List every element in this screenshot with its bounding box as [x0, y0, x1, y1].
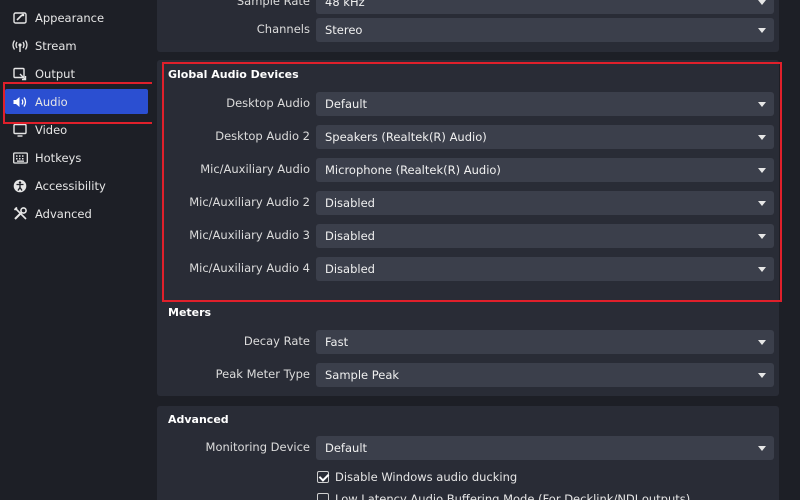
chevron-down-icon — [758, 234, 766, 239]
global-audio-title: Global Audio Devices — [168, 68, 299, 81]
peak-meter-type-label: Peak Meter Type — [215, 367, 310, 381]
chevron-down-icon — [758, 267, 766, 272]
chevron-down-icon — [758, 28, 766, 33]
monitoring-device-label: Monitoring Device — [205, 440, 310, 454]
settings-main: Sample Rate 48 kHz Channels Stereo Globa… — [152, 0, 800, 500]
chevron-down-icon — [758, 135, 766, 140]
desktop-audio-2-select[interactable]: Speakers (Realtek(R) Audio) — [316, 125, 774, 149]
mic-aux-audio-4-value: Disabled — [325, 262, 375, 276]
mic-aux-audio-2-label: Mic/Auxiliary Audio 2 — [189, 195, 310, 209]
desktop-audio-value: Default — [325, 97, 368, 111]
sidebar-item-hotkeys[interactable]: Hotkeys — [5, 145, 148, 170]
accessibility-icon — [12, 178, 28, 194]
mic-aux-audio-row: Mic/Auxiliary Audio Microphone (Realtek(… — [157, 158, 779, 182]
desktop-audio-label: Desktop Audio — [226, 96, 310, 110]
monitoring-device-row: Monitoring Device Default — [157, 436, 779, 460]
decay-rate-value: Fast — [325, 335, 349, 349]
meters-title: Meters — [168, 306, 212, 319]
sidebar-item-label: Advanced — [35, 206, 92, 221]
low-latency-label: Low Latency Audio Buffering Mode (For De… — [335, 492, 691, 500]
chevron-down-icon — [758, 0, 766, 5]
desktop-audio-select[interactable]: Default — [316, 92, 774, 116]
desktop-audio-2-row: Desktop Audio 2 Speakers (Realtek(R) Aud… — [157, 125, 779, 149]
sidebar-item-label: Stream — [35, 38, 77, 53]
sidebar-item-stream[interactable]: Stream — [5, 33, 148, 58]
monitoring-device-value: Default — [325, 441, 368, 455]
mic-aux-audio-4-row: Mic/Auxiliary Audio 4 Disabled — [157, 257, 779, 281]
sidebar-item-label: Audio — [35, 94, 68, 109]
sidebar-item-label: Hotkeys — [35, 150, 82, 165]
stream-icon — [12, 38, 28, 54]
channels-value: Stereo — [325, 23, 363, 37]
mic-aux-audio-3-select[interactable]: Disabled — [316, 224, 774, 248]
mic-aux-audio-2-value: Disabled — [325, 196, 375, 210]
advanced-audio-panel: Advanced Monitoring Device Default Disab… — [157, 406, 779, 500]
chevron-down-icon — [758, 373, 766, 378]
channels-select[interactable]: Stereo — [316, 18, 774, 42]
decay-rate-select[interactable]: Fast — [316, 330, 774, 354]
decay-rate-label: Decay Rate — [243, 334, 310, 348]
settings-sidebar: Appearance Stream Output Audio Video Hot… — [0, 0, 152, 500]
desktop-audio-2-value: Speakers (Realtek(R) Audio) — [325, 130, 487, 144]
sidebar-item-label: Video — [35, 122, 68, 137]
desktop-audio-row: Desktop Audio Default — [157, 92, 779, 116]
sidebar-item-advanced[interactable]: Advanced — [5, 201, 148, 226]
output-icon — [12, 66, 28, 82]
mic-aux-audio-4-label: Mic/Auxiliary Audio 4 — [189, 261, 310, 275]
sample-rate-row: Sample Rate 48 kHz — [157, 0, 779, 14]
peak-meter-type-row: Peak Meter Type Sample Peak — [157, 363, 779, 387]
low-latency-checkbox[interactable] — [317, 493, 329, 500]
mic-aux-audio-3-value: Disabled — [325, 229, 375, 243]
channels-label: Channels — [256, 22, 310, 36]
mic-aux-audio-2-row: Mic/Auxiliary Audio 2 Disabled — [157, 191, 779, 215]
sidebar-item-output[interactable]: Output — [5, 61, 148, 86]
mic-aux-audio-select[interactable]: Microphone (Realtek(R) Audio) — [316, 158, 774, 182]
disable-ducking-option[interactable]: Disable Windows audio ducking — [317, 468, 517, 486]
desktop-audio-2-label: Desktop Audio 2 — [215, 129, 310, 143]
sidebar-item-accessibility[interactable]: Accessibility — [5, 173, 148, 198]
advanced-icon — [12, 206, 28, 222]
disable-ducking-label: Disable Windows audio ducking — [335, 470, 518, 484]
disable-ducking-checkbox[interactable] — [317, 471, 329, 483]
chevron-down-icon — [758, 201, 766, 206]
channels-row: Channels Stereo — [157, 18, 779, 42]
sample-rate-select[interactable]: 48 kHz — [316, 0, 774, 14]
audio-icon — [12, 94, 28, 110]
mic-aux-audio-2-select[interactable]: Disabled — [316, 191, 774, 215]
mic-aux-audio-3-row: Mic/Auxiliary Audio 3 Disabled — [157, 224, 779, 248]
sidebar-item-audio[interactable]: Audio — [5, 89, 148, 114]
decay-rate-row: Decay Rate Fast — [157, 330, 779, 354]
sample-rate-value: 48 kHz — [325, 0, 365, 9]
peak-meter-type-select[interactable]: Sample Peak — [316, 363, 774, 387]
appearance-icon — [12, 10, 28, 26]
mic-aux-audio-3-label: Mic/Auxiliary Audio 3 — [189, 228, 310, 242]
video-icon — [12, 122, 28, 138]
chevron-down-icon — [758, 168, 766, 173]
chevron-down-icon — [758, 340, 766, 345]
sidebar-item-label: Output — [35, 66, 75, 81]
chevron-down-icon — [758, 446, 766, 451]
sidebar-item-appearance[interactable]: Appearance — [5, 5, 148, 30]
mic-aux-audio-value: Microphone (Realtek(R) Audio) — [325, 163, 501, 177]
mic-aux-audio-label: Mic/Auxiliary Audio — [200, 162, 310, 176]
advanced-title: Advanced — [168, 413, 229, 426]
mic-aux-audio-4-select[interactable]: Disabled — [316, 257, 774, 281]
monitoring-device-select[interactable]: Default — [316, 436, 774, 460]
global-audio-panel: Global Audio Devices Desktop Audio Defau… — [157, 60, 779, 396]
sample-rate-label: Sample Rate — [236, 0, 310, 8]
general-audio-panel: Sample Rate 48 kHz Channels Stereo — [157, 0, 779, 52]
sidebar-item-label: Appearance — [35, 10, 105, 25]
sidebar-item-label: Accessibility — [35, 178, 106, 193]
low-latency-option[interactable]: Low Latency Audio Buffering Mode (For De… — [317, 490, 690, 500]
keyboard-icon — [12, 150, 28, 166]
sidebar-item-video[interactable]: Video — [5, 117, 148, 142]
chevron-down-icon — [758, 102, 766, 107]
peak-meter-type-value: Sample Peak — [325, 368, 400, 382]
